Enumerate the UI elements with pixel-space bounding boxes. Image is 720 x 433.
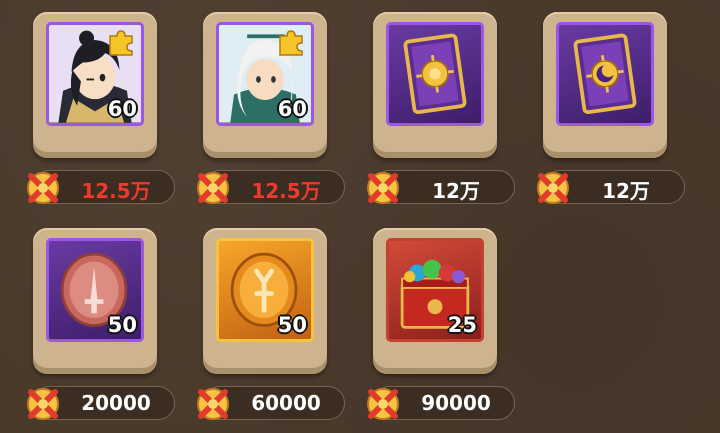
item-frame: 50 xyxy=(216,238,314,342)
item-price: 12万 xyxy=(602,179,650,203)
item-price: 20000 xyxy=(81,391,151,415)
item-quantity: 50 xyxy=(277,313,307,337)
item-quantity: 60 xyxy=(107,97,137,121)
crossed-coin-icon xyxy=(367,388,399,420)
shop-item-gold-coin[interactable]: 50 60000 xyxy=(185,216,345,426)
item-quantity: 60 xyxy=(277,97,307,121)
item-price: 90000 xyxy=(421,391,491,415)
item-price: 60000 xyxy=(251,391,321,415)
crossed-coin-icon xyxy=(537,172,569,204)
puzzle-piece-icon xyxy=(109,30,133,56)
puzzle-piece-icon xyxy=(279,30,303,56)
item-quantity: 50 xyxy=(107,313,137,337)
shop-item-hero-shard-1[interactable]: 60 12.5万 xyxy=(15,0,175,210)
shop-item-sun-card[interactable]: 12万 xyxy=(355,0,515,210)
shop-item-hero-shard-2[interactable]: 60 12.5万 xyxy=(185,0,345,210)
item-frame: 60 xyxy=(216,22,314,126)
crossed-coin-icon xyxy=(197,172,229,204)
shop-item-moon-card[interactable]: 12万 xyxy=(525,0,685,210)
crossed-coin-icon xyxy=(27,388,59,420)
item-quantity: 25 xyxy=(447,313,477,337)
item-frame: 25 xyxy=(386,238,484,342)
shop-item-sword-coin[interactable]: 50 20000 xyxy=(15,216,175,426)
item-frame: 60 xyxy=(46,22,144,126)
item-frame: 50 xyxy=(46,238,144,342)
item-price: 12.5万 xyxy=(251,179,321,203)
crossed-coin-icon xyxy=(27,172,59,204)
item-price: 12万 xyxy=(432,179,480,203)
moon-card-icon xyxy=(573,33,637,115)
sun-card-icon xyxy=(403,33,467,115)
shop-item-gem-chest[interactable]: 25 90000 xyxy=(355,216,515,426)
crossed-coin-icon xyxy=(197,388,229,420)
crossed-coin-icon xyxy=(367,172,399,204)
item-frame xyxy=(556,22,654,126)
item-frame xyxy=(386,22,484,126)
item-price: 12.5万 xyxy=(81,179,151,203)
